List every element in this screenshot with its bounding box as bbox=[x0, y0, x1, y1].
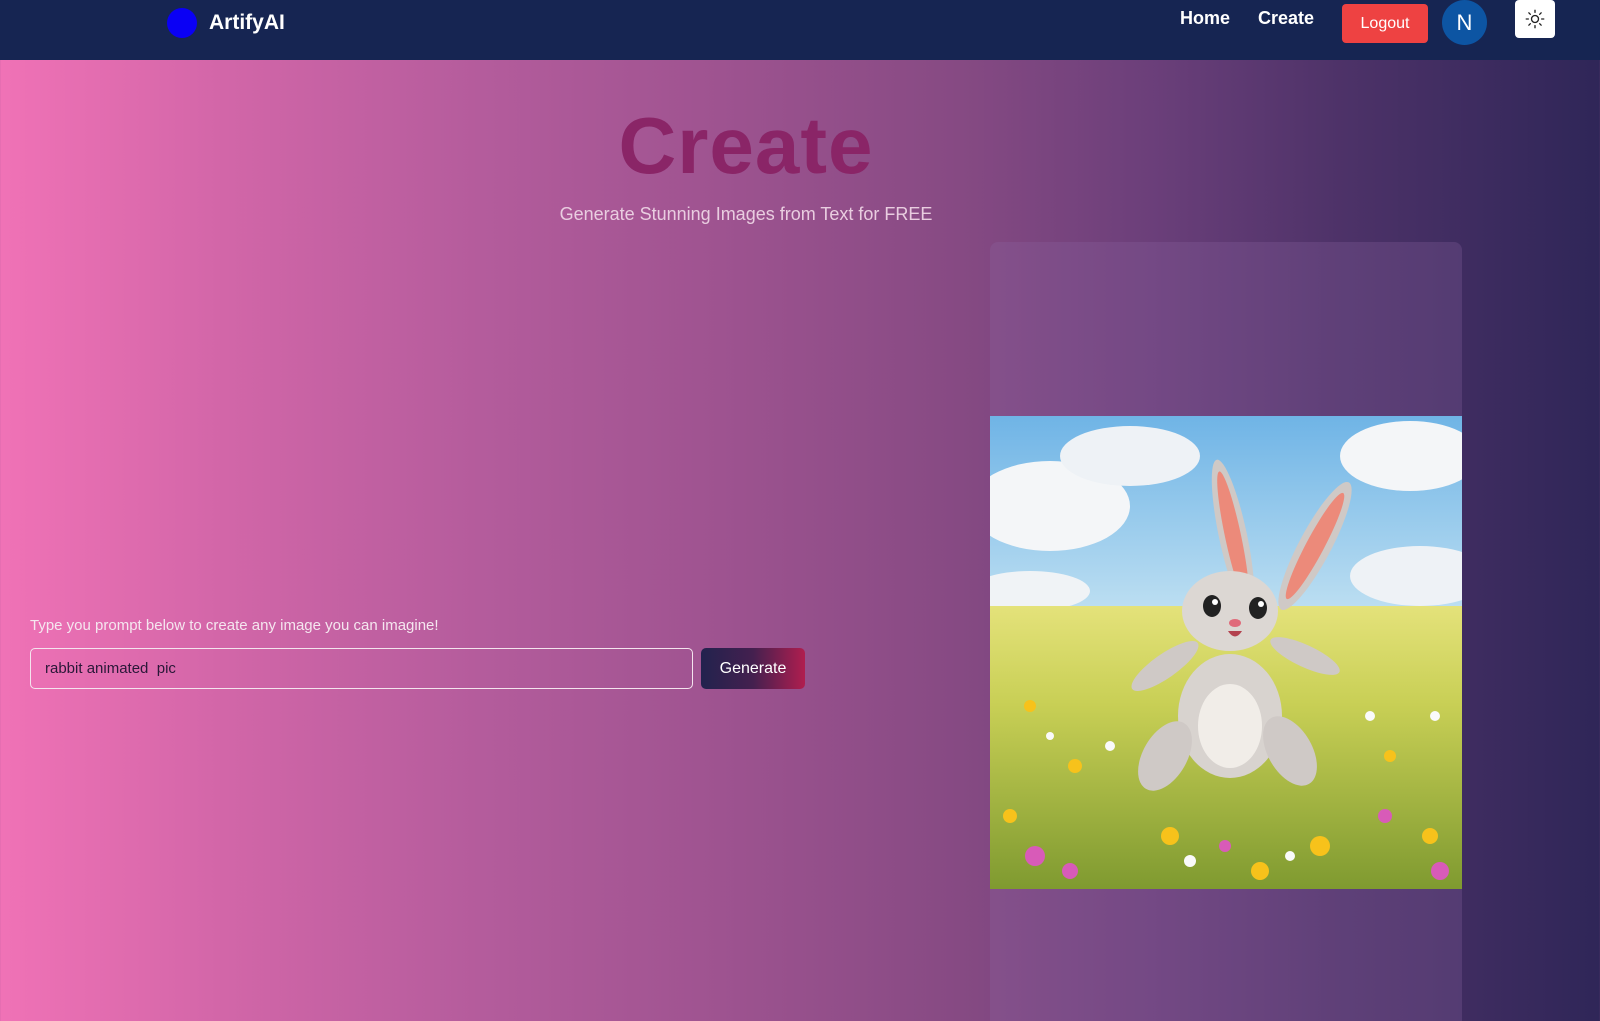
brand[interactable]: ArtifyAI bbox=[167, 8, 285, 38]
generate-button[interactable]: Generate bbox=[701, 648, 805, 689]
page-subtitle: Generate Stunning Images from Text for F… bbox=[559, 204, 933, 224]
nav-link-create[interactable]: Create bbox=[1258, 8, 1314, 29]
logout-button[interactable]: Logout bbox=[1342, 4, 1428, 43]
navbar: ArtifyAI Home Create Logout N bbox=[0, 0, 1600, 60]
prompt-label: Type you prompt below to create any imag… bbox=[30, 617, 439, 634]
theme-toggle-button[interactable] bbox=[1515, 0, 1555, 38]
nav-link-home[interactable]: Home bbox=[1180, 8, 1230, 29]
page-title: Create bbox=[618, 101, 874, 190]
prompt-input[interactable] bbox=[30, 648, 693, 689]
brand-logo-icon bbox=[167, 8, 197, 38]
brand-name: ArtifyAI bbox=[209, 11, 285, 34]
generated-image bbox=[990, 416, 1462, 889]
avatar[interactable]: N bbox=[1442, 0, 1487, 45]
sun-icon bbox=[1525, 9, 1545, 29]
